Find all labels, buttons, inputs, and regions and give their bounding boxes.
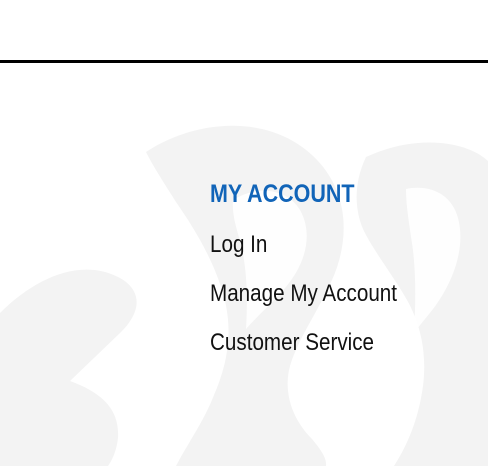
list-item: Customer Service: [210, 328, 488, 357]
account-menu-list: Log In Manage My Account Customer Servic…: [210, 230, 488, 357]
log-in-link[interactable]: Log In: [210, 230, 488, 259]
account-menu-heading: MY ACCOUNT: [210, 180, 355, 208]
manage-my-account-link[interactable]: Manage My Account: [210, 279, 488, 308]
list-item: Manage My Account: [210, 279, 488, 308]
account-menu: MY ACCOUNT Log In Manage My Account Cust…: [210, 175, 488, 357]
customer-service-link[interactable]: Customer Service: [210, 328, 488, 357]
list-item: Log In: [210, 230, 488, 259]
